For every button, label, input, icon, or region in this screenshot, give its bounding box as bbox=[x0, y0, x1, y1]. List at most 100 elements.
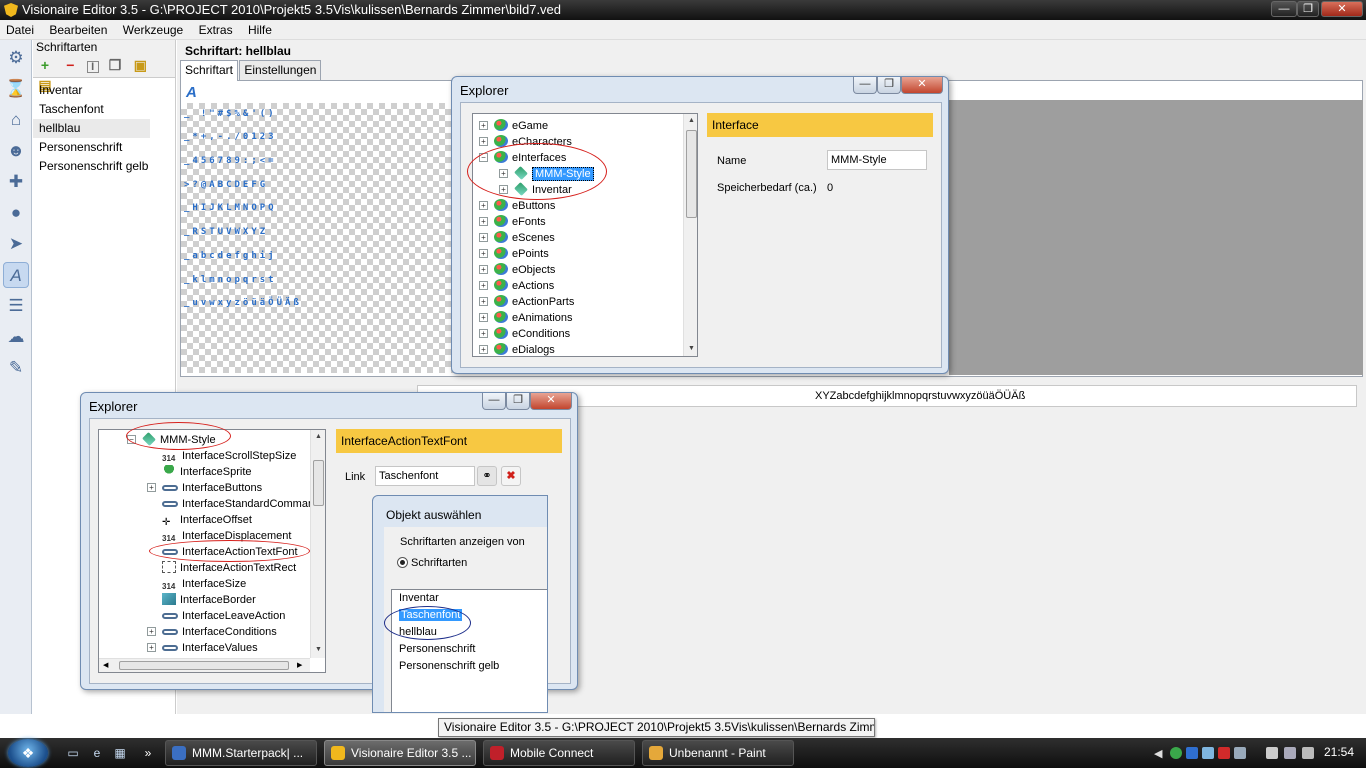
ball-icon[interactable]: ● bbox=[3, 200, 29, 226]
tree-expander-icon[interactable]: + bbox=[479, 121, 488, 130]
tree-expander-icon[interactable]: + bbox=[479, 281, 488, 290]
tray-app-icon[interactable] bbox=[1284, 747, 1296, 759]
tree-expander-icon[interactable]: + bbox=[479, 265, 488, 274]
script-icon[interactable]: ✎ bbox=[3, 355, 29, 381]
close-button[interactable]: ✕ bbox=[1321, 1, 1363, 17]
task-visionaire-editor[interactable]: Visionaire Editor 3.5 ... bbox=[324, 740, 476, 766]
scroll-up-icon[interactable]: ▲ bbox=[311, 430, 325, 444]
tree-node[interactable]: + eCharacters bbox=[479, 134, 572, 150]
tree-expander-icon[interactable]: + bbox=[499, 185, 508, 194]
tree-node[interactable]: InterfaceStandardCommand bbox=[147, 496, 320, 512]
clear-link-icon[interactable]: ✖ bbox=[501, 466, 521, 486]
tree-node[interactable]: 314 InterfaceSize bbox=[147, 576, 246, 592]
scroll-up-icon[interactable]: ▲ bbox=[684, 114, 697, 128]
menu-hilfe[interactable]: Hilfe bbox=[242, 20, 278, 40]
tree-hscrollbar[interactable]: ◀ ▶ bbox=[99, 658, 310, 672]
network-icon[interactable] bbox=[1266, 747, 1278, 759]
text-icon[interactable]: ☰ bbox=[3, 293, 29, 319]
rename-icon[interactable]: I bbox=[86, 61, 99, 73]
tree-node[interactable]: + InterfaceButtons bbox=[147, 480, 262, 496]
font-list-item[interactable]: Taschenfont bbox=[33, 100, 175, 119]
menu-werkzeuge[interactable]: Werkzeuge bbox=[117, 20, 189, 40]
hscroll-thumb[interactable] bbox=[119, 661, 289, 670]
tree-node[interactable]: + eObjects bbox=[479, 262, 555, 278]
tree-expander-icon[interactable]: + bbox=[479, 233, 488, 242]
tree-node[interactable]: + eDialogs bbox=[479, 342, 555, 356]
font-list-item[interactable]: Personenschrift gelb bbox=[33, 157, 175, 176]
explorer-close-button[interactable]: ✕ bbox=[901, 77, 943, 94]
tree-expander-icon[interactable]: + bbox=[479, 217, 488, 226]
tree-node[interactable]: + InterfaceValues bbox=[147, 640, 258, 656]
tree-node[interactable]: 314 InterfaceDisplacement bbox=[147, 528, 291, 544]
tree-node[interactable]: InterfaceSprite bbox=[147, 464, 252, 480]
tree-node[interactable]: + eFonts bbox=[479, 214, 546, 230]
explorer-minimize-button[interactable]: — bbox=[482, 393, 506, 410]
tree-expander-icon[interactable]: + bbox=[479, 249, 488, 258]
menu-bearbeiten[interactable]: Bearbeiten bbox=[43, 20, 113, 40]
link-field[interactable]: Taschenfont bbox=[375, 466, 475, 486]
scroll-down-icon[interactable]: ▼ bbox=[684, 342, 697, 356]
explorer-maximize-button[interactable]: ❐ bbox=[506, 393, 530, 410]
scroll-thumb[interactable] bbox=[686, 130, 697, 218]
tree-node[interactable]: InterfaceActionTextRect bbox=[147, 560, 296, 576]
tree-node[interactable]: + eButtons bbox=[479, 198, 555, 214]
show-desktop-icon[interactable]: ▭ bbox=[65, 746, 81, 760]
font-icon[interactable]: A bbox=[3, 262, 29, 288]
tree-expander-icon[interactable]: + bbox=[147, 627, 156, 636]
font-glyph-icon[interactable]: A bbox=[186, 84, 197, 101]
quicklaunch-overflow-icon[interactable]: » bbox=[140, 746, 156, 760]
scroll-thumb[interactable] bbox=[313, 460, 324, 506]
menu-datei[interactable]: Datei bbox=[0, 20, 40, 40]
object-filter-radio[interactable]: Schriftarten bbox=[397, 557, 467, 569]
tray-app-icon[interactable] bbox=[1186, 747, 1198, 759]
character-icon[interactable]: ☻ bbox=[3, 138, 29, 164]
task-paint[interactable]: Unbenannt - Paint bbox=[642, 740, 794, 766]
tree-expander-icon[interactable]: + bbox=[147, 643, 156, 652]
object-list-item[interactable]: Inventar bbox=[392, 590, 547, 607]
tree-expander-icon[interactable]: + bbox=[147, 483, 156, 492]
object-list-item[interactable]: hellblau bbox=[392, 624, 547, 641]
scroll-left-icon[interactable]: ◀ bbox=[103, 659, 108, 672]
tree-node[interactable]: + eScenes bbox=[479, 230, 555, 246]
tree-expander-icon[interactable]: + bbox=[499, 169, 508, 178]
browser-icon[interactable]: e bbox=[89, 746, 105, 760]
object-list-item-selected[interactable]: Taschenfont bbox=[392, 607, 547, 624]
font-list-item-selected[interactable]: hellblau bbox=[33, 119, 150, 138]
clock[interactable]: 21:54 bbox=[1324, 745, 1354, 759]
volume-icon[interactable] bbox=[1302, 747, 1314, 759]
explorer-maximize-button[interactable]: ❐ bbox=[877, 77, 901, 94]
tray-app-icon[interactable] bbox=[1170, 747, 1182, 759]
tree-node[interactable]: + ePoints bbox=[479, 246, 549, 262]
font-list-item[interactable]: Personenschrift bbox=[33, 138, 175, 157]
minimize-button[interactable]: — bbox=[1271, 1, 1297, 17]
tree-expander-icon[interactable]: + bbox=[479, 329, 488, 338]
tree-node[interactable]: + eActions bbox=[479, 278, 554, 294]
tree-node[interactable]: − eInterfaces bbox=[479, 150, 566, 166]
tray-app-icon[interactable] bbox=[1202, 747, 1214, 759]
tree-node[interactable]: InterfaceLeaveAction bbox=[147, 608, 285, 624]
gamepad-icon[interactable]: ✚ bbox=[3, 169, 29, 195]
name-field[interactable]: MMM-Style bbox=[827, 150, 927, 170]
remove-icon[interactable]: − bbox=[61, 56, 79, 74]
tree-node[interactable]: InterfaceBorder bbox=[147, 592, 256, 608]
tab-einstellungen[interactable]: Einstellungen bbox=[239, 60, 322, 80]
copy-icon[interactable]: ❐ bbox=[106, 56, 124, 74]
tree-node[interactable]: + eAnimations bbox=[479, 310, 573, 326]
tree-node[interactable]: + MMM-Style bbox=[499, 166, 594, 182]
tree-node[interactable]: + eConditions bbox=[479, 326, 570, 342]
gear-icon[interactable]: ⚙ bbox=[3, 45, 29, 71]
scroll-right-icon[interactable]: ▶ bbox=[297, 659, 302, 672]
tray-expand-icon[interactable]: ◀ bbox=[1154, 747, 1166, 760]
tree-scrollbar[interactable]: ▲ ▼ bbox=[683, 114, 697, 356]
weather-icon[interactable]: ☁ bbox=[3, 324, 29, 350]
tree-expander-icon[interactable]: + bbox=[479, 297, 488, 306]
tree-node[interactable]: InterfaceActionTextFont bbox=[147, 544, 298, 560]
task-mobile-connect[interactable]: Mobile Connect bbox=[483, 740, 635, 766]
tray-app-icon[interactable] bbox=[1218, 747, 1230, 759]
link-icon[interactable]: ⚭ bbox=[477, 466, 497, 486]
tree-node[interactable]: − MMM-Style bbox=[127, 432, 216, 448]
tree-node[interactable]: + Inventar bbox=[499, 182, 572, 198]
tree-expander-icon[interactable]: + bbox=[479, 345, 488, 354]
tray-app-icon[interactable] bbox=[1234, 747, 1246, 759]
object-list-item[interactable]: Personenschrift gelb bbox=[392, 658, 547, 675]
